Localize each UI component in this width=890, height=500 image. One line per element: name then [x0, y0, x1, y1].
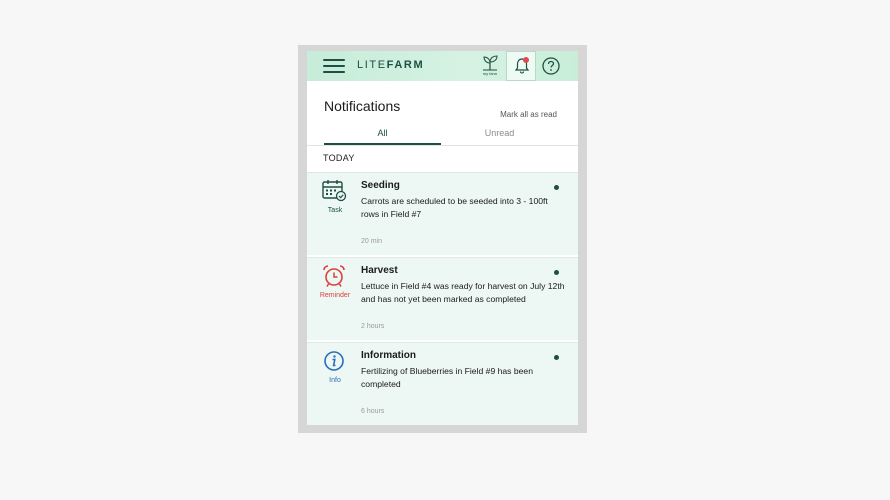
litefarm-logo[interactable]: LITEFARM	[357, 59, 424, 71]
app-screen: LITEFARM my farm Notifications Mark all …	[307, 51, 578, 425]
tabs-divider	[307, 145, 578, 146]
notification-time: 6 hours	[361, 408, 385, 415]
page-title: Notifications	[324, 98, 401, 114]
my-farm-button[interactable]: my farm	[479, 54, 501, 78]
top-nav-bar: LITEFARM my farm	[307, 51, 578, 81]
help-button[interactable]	[541, 56, 561, 76]
notification-card-harvest[interactable]: Reminder Harvest Lettuce in Field #4 was…	[307, 257, 578, 340]
notification-card-information[interactable]: Info Information Fertilizing of Blueberr…	[307, 342, 578, 425]
farm-sprout-icon	[483, 55, 498, 71]
notification-time: 2 hours	[361, 323, 385, 330]
notification-card-seeding[interactable]: Task Seeding Carrots are scheduled to be…	[307, 172, 578, 255]
my-farm-label: my farm	[482, 71, 498, 76]
menu-icon[interactable]	[323, 59, 345, 73]
notification-type-label: Reminder	[319, 292, 351, 299]
unread-indicator	[554, 270, 559, 275]
notification-title: Information	[361, 350, 416, 361]
phone-frame: LITEFARM my farm Notifications Mark all …	[298, 45, 587, 433]
unread-indicator	[554, 185, 559, 190]
notification-title: Harvest	[361, 265, 398, 276]
section-header-today: TODAY	[323, 153, 355, 163]
notification-time: 20 min	[361, 238, 383, 245]
notification-type-label: Task	[327, 207, 343, 214]
info-circle-icon	[324, 351, 344, 371]
notification-body: Carrots are scheduled to be seeded into …	[361, 196, 548, 219]
alarm-clock-icon	[323, 265, 345, 287]
notifications-button[interactable]	[506, 51, 536, 81]
unread-indicator	[554, 355, 559, 360]
notification-badge	[523, 57, 529, 63]
mark-all-read-link[interactable]: Mark all as read	[500, 110, 557, 119]
tab-unread[interactable]: Unread	[441, 128, 558, 145]
notification-type-label: Info	[329, 377, 341, 384]
notification-title: Seeding	[361, 180, 400, 191]
calendar-check-icon	[322, 180, 347, 202]
notification-body: Lettuce in Field #4 was ready for harves…	[361, 281, 565, 304]
help-circle-icon	[542, 57, 560, 75]
notification-body: Fertilizing of Blueberries in Field #9 h…	[361, 366, 533, 389]
